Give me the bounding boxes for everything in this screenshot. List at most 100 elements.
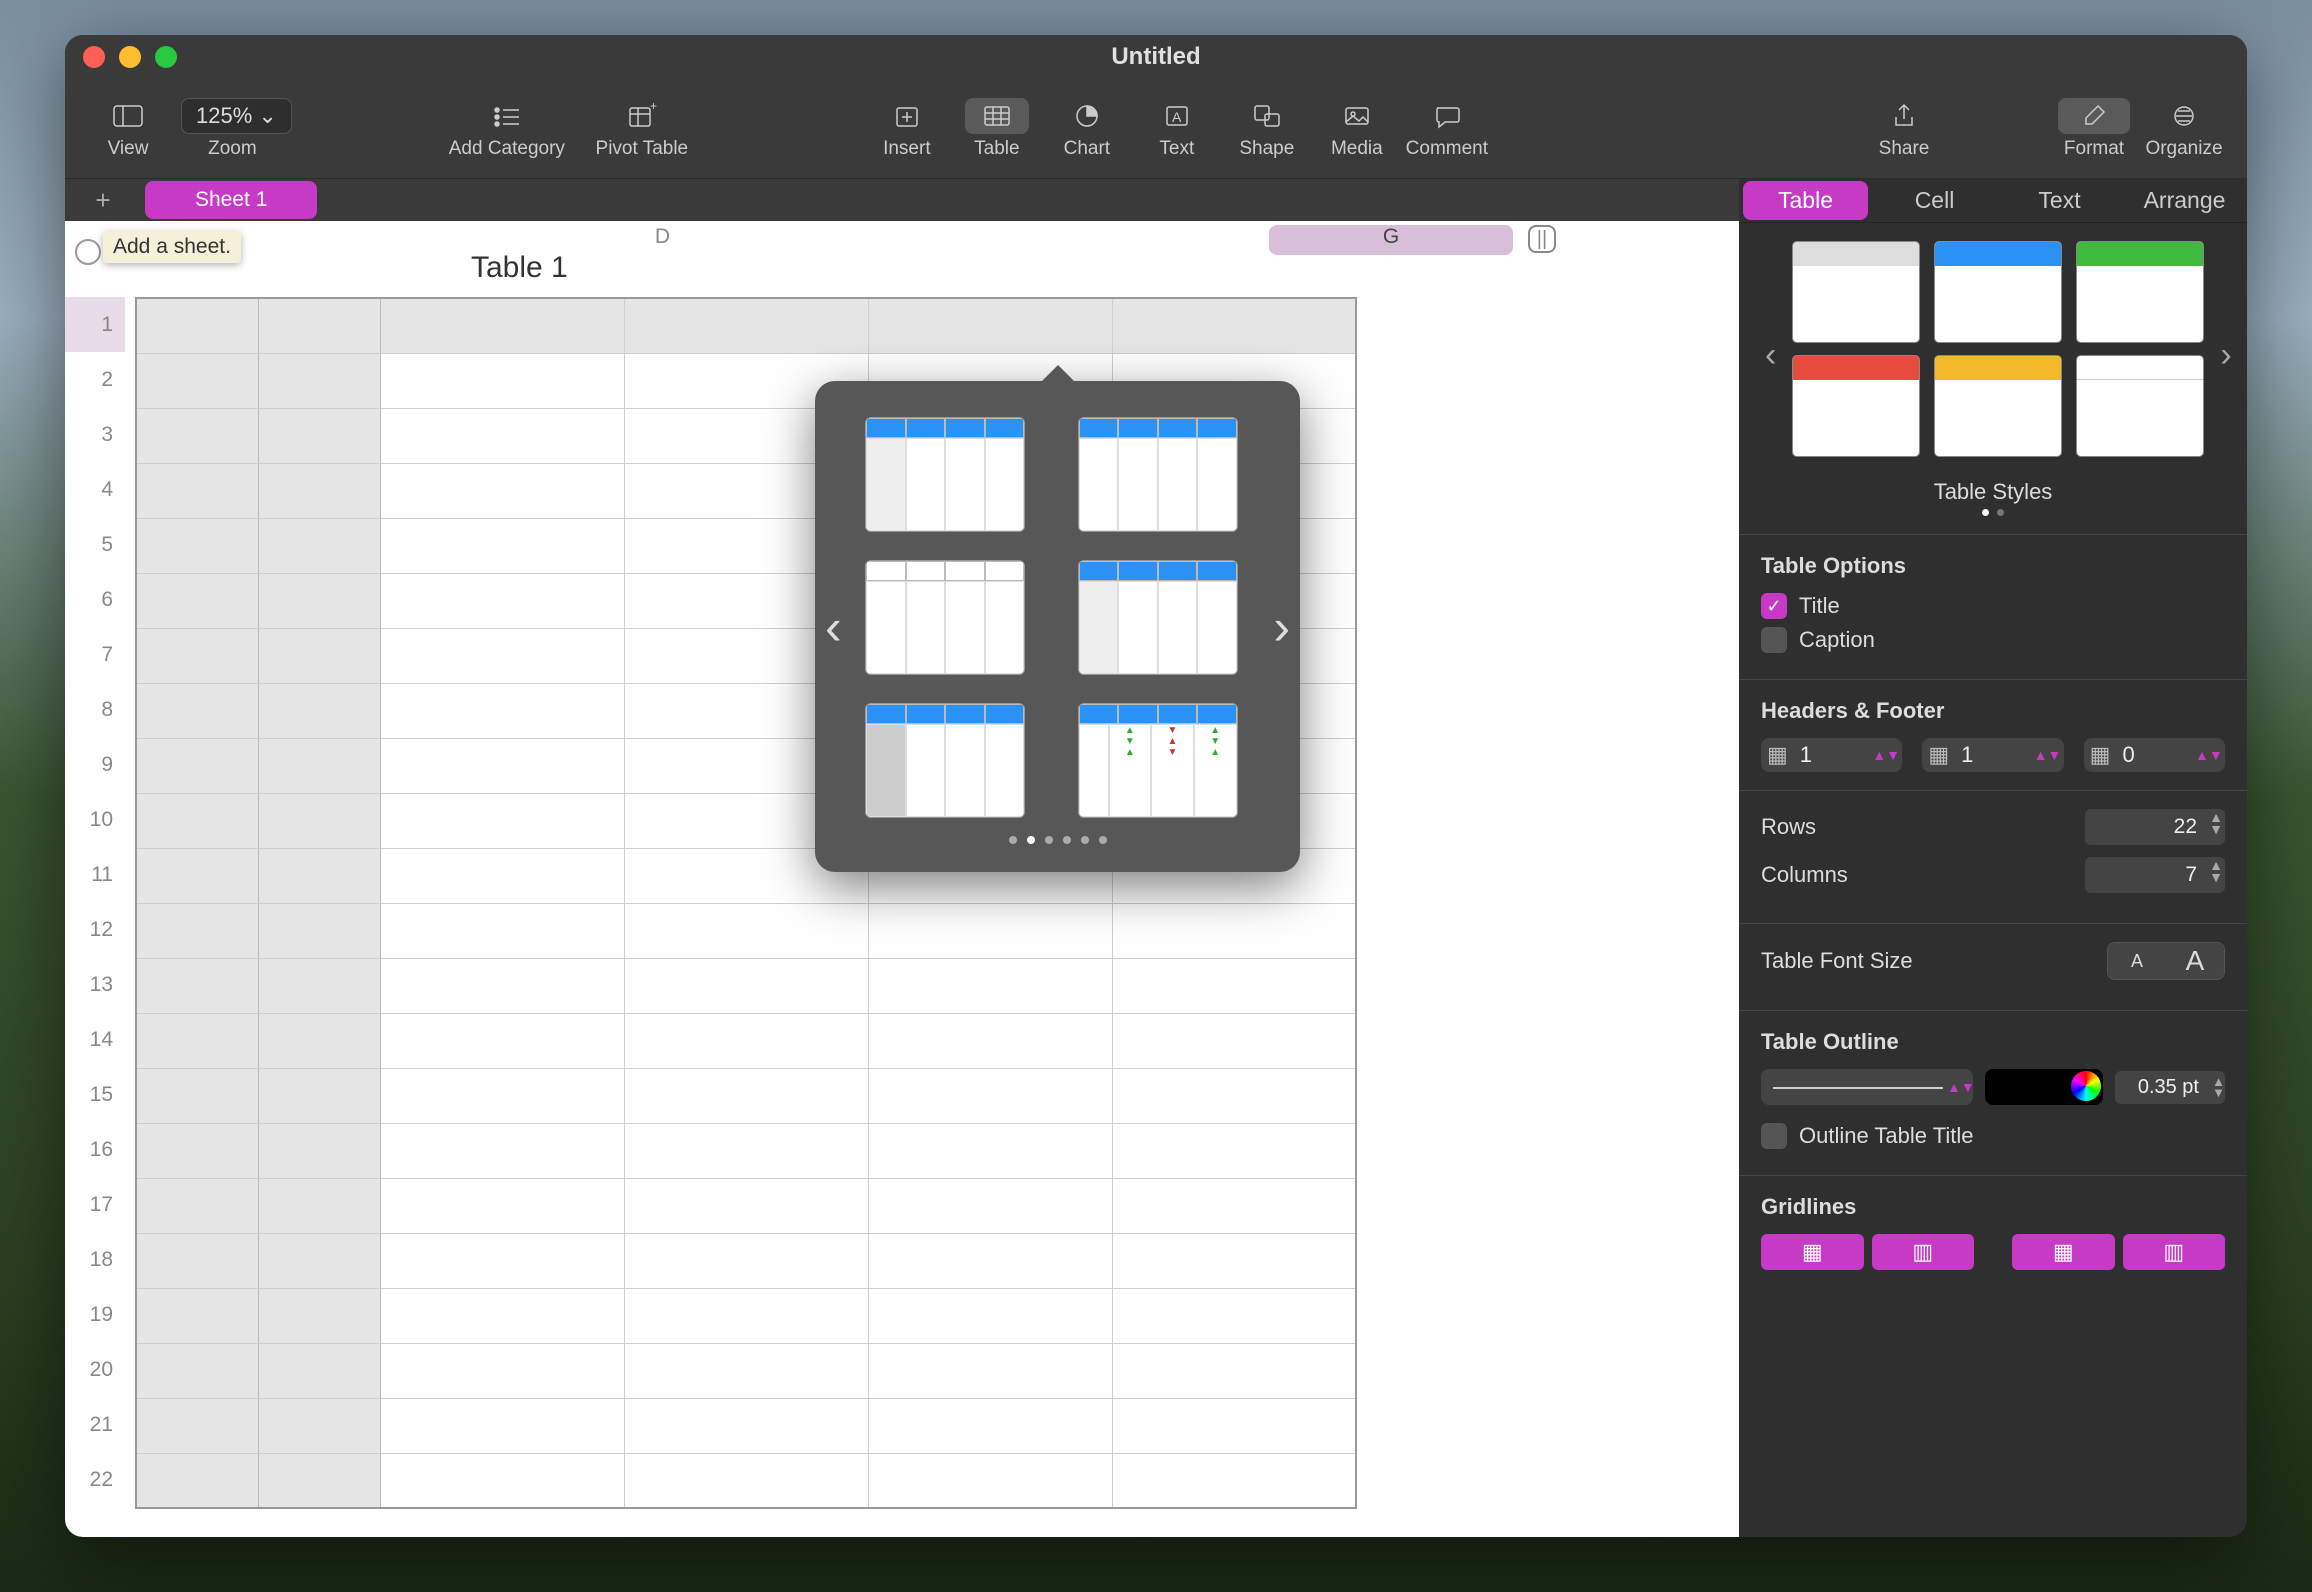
outline-style-select[interactable]: ▲▼ — [1761, 1069, 1973, 1105]
row-header[interactable]: 12 — [65, 902, 125, 957]
row-header[interactable]: 19 — [65, 1287, 125, 1342]
cell[interactable] — [868, 1068, 1112, 1123]
row-header[interactable]: 3 — [65, 407, 125, 462]
zoom-button[interactable]: 125% ⌄ Zoom — [173, 98, 292, 160]
cell[interactable] — [258, 1343, 380, 1398]
cell[interactable] — [258, 1233, 380, 1288]
cell[interactable] — [258, 573, 380, 628]
cell[interactable] — [624, 1013, 868, 1068]
cell[interactable] — [258, 1288, 380, 1343]
styles-next-button[interactable]: › — [2216, 336, 2235, 375]
cell[interactable] — [380, 353, 624, 408]
media-button[interactable]: Media — [1312, 98, 1402, 160]
zoom-select[interactable]: 125% ⌄ — [181, 98, 292, 134]
font-size-increase-button[interactable]: A — [2166, 943, 2224, 979]
cell[interactable] — [136, 463, 258, 518]
cell[interactable] — [1112, 1398, 1356, 1453]
cell[interactable] — [380, 738, 624, 793]
cell[interactable] — [258, 793, 380, 848]
cell[interactable] — [380, 1288, 624, 1343]
cell[interactable] — [258, 738, 380, 793]
view-button[interactable]: View — [83, 98, 173, 160]
row-header[interactable]: 20 — [65, 1342, 125, 1397]
columns-input[interactable]: 7▲▼ — [2085, 857, 2225, 893]
table-style-thumb[interactable] — [1792, 241, 1920, 343]
cell[interactable] — [868, 1233, 1112, 1288]
cell[interactable] — [624, 1233, 868, 1288]
text-button[interactable]: A Text — [1132, 98, 1222, 160]
cell[interactable] — [136, 1453, 258, 1508]
organize-button[interactable]: Organize — [2139, 98, 2229, 160]
cell[interactable] — [868, 298, 1112, 353]
cell[interactable] — [624, 903, 868, 958]
cell[interactable] — [258, 1178, 380, 1233]
caption-checkbox[interactable] — [1761, 627, 1787, 653]
row-header[interactable]: 16 — [65, 1122, 125, 1177]
cell[interactable] — [136, 793, 258, 848]
table-style-option[interactable] — [865, 560, 1025, 675]
row-header[interactable]: 10 — [65, 792, 125, 847]
cell[interactable] — [136, 1398, 258, 1453]
outline-color-well[interactable] — [1985, 1069, 2103, 1105]
cell[interactable] — [258, 628, 380, 683]
cell[interactable] — [380, 1343, 624, 1398]
table-corner-handle[interactable] — [75, 239, 101, 265]
row-header[interactable]: 6 — [65, 572, 125, 627]
shape-button[interactable]: Shape — [1222, 98, 1312, 160]
popover-prev-button[interactable]: ‹ — [825, 598, 842, 656]
table-title[interactable]: Table 1 — [471, 251, 568, 285]
gridlines-h-body-button[interactable]: ▦ — [1761, 1234, 1864, 1270]
cell[interactable] — [1112, 1068, 1356, 1123]
row-header[interactable]: 18 — [65, 1232, 125, 1287]
format-button[interactable]: Format — [2049, 98, 2139, 160]
cell[interactable] — [380, 298, 624, 353]
row-header[interactable]: 9 — [65, 737, 125, 792]
header-rows-stepper[interactable]: ▦1▲▼ — [1922, 738, 2063, 772]
outline-width-input[interactable]: 0.35 pt▲▼ — [2115, 1071, 2225, 1104]
inspector-tab-arrange[interactable]: Arrange — [2122, 181, 2247, 220]
cell[interactable] — [380, 683, 624, 738]
cell[interactable] — [258, 903, 380, 958]
table-style-option[interactable] — [1078, 560, 1238, 675]
cell[interactable] — [258, 518, 380, 573]
row-header[interactable]: 7 — [65, 627, 125, 682]
cell[interactable] — [258, 848, 380, 903]
table-style-thumb[interactable] — [2076, 355, 2204, 457]
cell[interactable] — [136, 1288, 258, 1343]
outline-title-checkbox[interactable] — [1761, 1123, 1787, 1149]
cell[interactable] — [258, 1398, 380, 1453]
font-size-decrease-button[interactable]: A — [2108, 943, 2166, 979]
cell[interactable] — [624, 298, 868, 353]
cell[interactable] — [380, 1178, 624, 1233]
cell[interactable] — [258, 958, 380, 1013]
cell[interactable] — [624, 1068, 868, 1123]
cell[interactable] — [624, 1453, 868, 1508]
cell[interactable] — [258, 1123, 380, 1178]
cell[interactable] — [380, 1068, 624, 1123]
table-button[interactable]: Table — [952, 98, 1042, 160]
cell[interactable] — [868, 1343, 1112, 1398]
table-style-thumb[interactable] — [1934, 241, 2062, 343]
row-header[interactable]: 17 — [65, 1177, 125, 1232]
cell[interactable] — [380, 903, 624, 958]
add-category-button[interactable]: Add Category — [432, 98, 582, 160]
row-header[interactable]: 1 — [65, 297, 125, 352]
cell[interactable] — [1112, 1453, 1356, 1508]
cell[interactable] — [1112, 1013, 1356, 1068]
cell[interactable] — [868, 1013, 1112, 1068]
cell[interactable] — [136, 738, 258, 793]
cell[interactable] — [136, 848, 258, 903]
cell[interactable] — [624, 1123, 868, 1178]
cell[interactable] — [380, 628, 624, 683]
cell[interactable] — [136, 683, 258, 738]
cell[interactable] — [136, 298, 258, 353]
cell[interactable] — [258, 683, 380, 738]
row-header[interactable]: 14 — [65, 1012, 125, 1067]
table-style-option[interactable]: ▲▼▲▼▲▼▲▼▲ — [1078, 703, 1238, 818]
cell[interactable] — [136, 1068, 258, 1123]
cell[interactable] — [1112, 958, 1356, 1013]
cell[interactable] — [258, 1013, 380, 1068]
table-style-thumb[interactable] — [1792, 355, 1920, 457]
cell[interactable] — [136, 1233, 258, 1288]
row-header[interactable]: 21 — [65, 1397, 125, 1452]
